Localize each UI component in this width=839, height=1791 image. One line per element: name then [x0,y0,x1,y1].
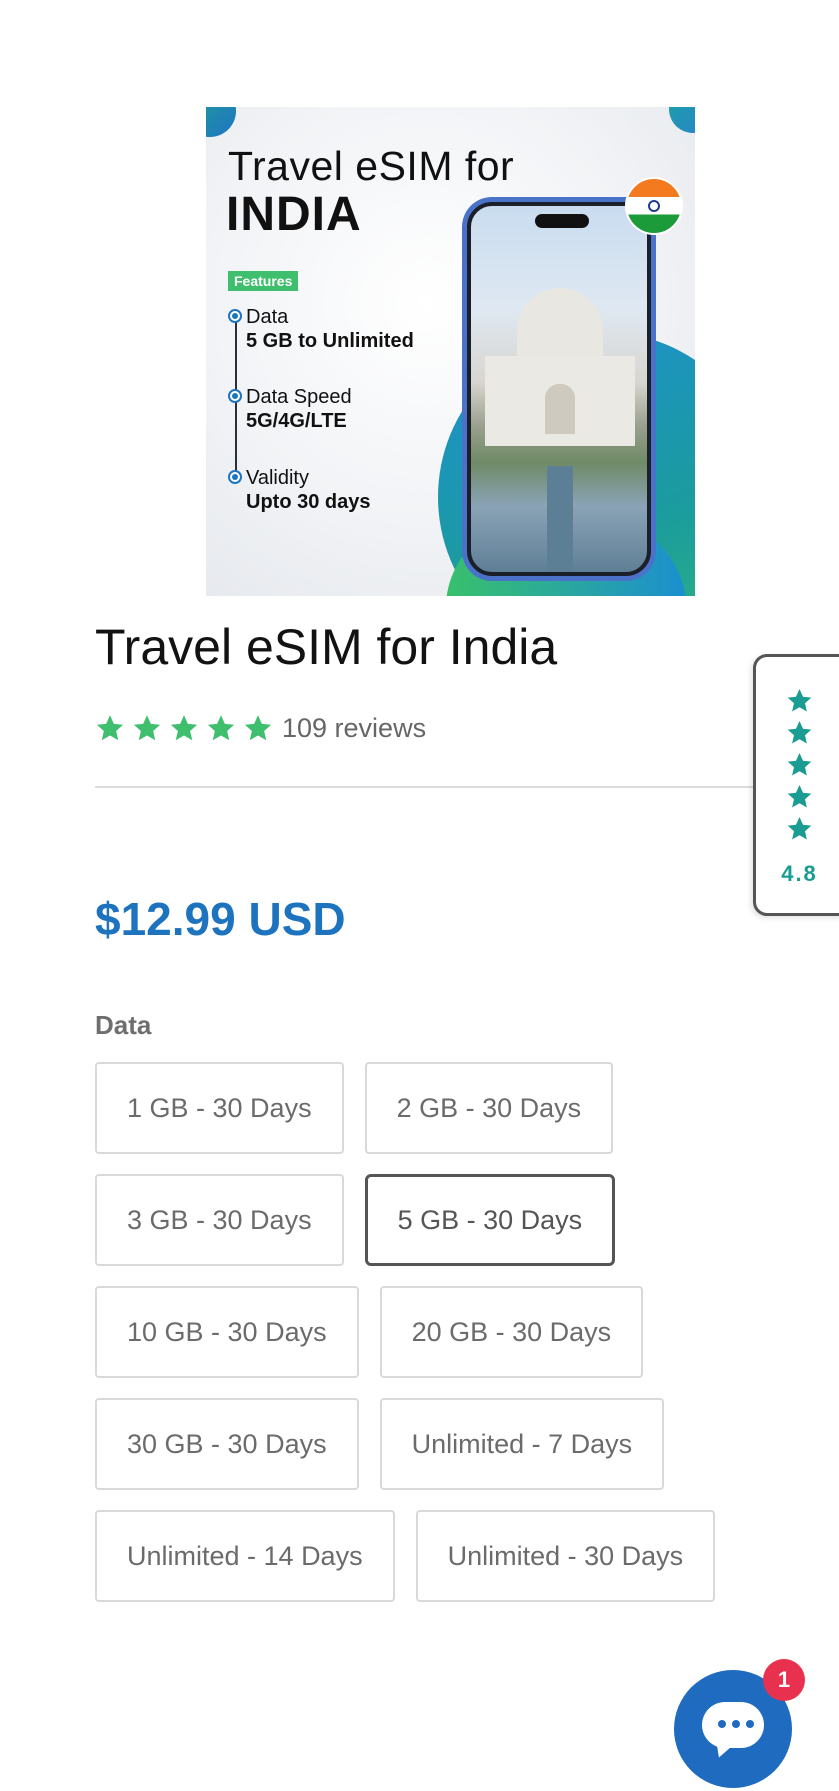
rating-summary[interactable]: 109 reviews [95,710,426,746]
notification-badge: 1 [763,1659,805,1701]
variant-option-selected[interactable]: 5 GB - 30 Days [364,1174,616,1266]
phone-notch [535,214,589,228]
variant-option[interactable]: 3 GB - 30 Days [95,1174,344,1266]
star-icon [96,715,124,741]
star-icon [787,721,812,744]
feature-label: Validity [246,467,309,489]
taj-mahal-photo [467,202,651,576]
reviews-floating-tab[interactable]: 4.8 [753,654,839,916]
variant-option[interactable]: 1 GB - 30 Days [95,1062,344,1154]
variant-option[interactable]: 30 GB - 30 Days [95,1398,359,1490]
bullet-icon [228,470,242,484]
reviews-link[interactable]: 109 reviews [282,713,426,744]
feature-value: 5 GB to Unlimited [246,330,414,352]
product-title: Travel eSIM for India [95,619,558,675]
product-image[interactable]: Travel eSIM for INDIA Features Data 5 GB… [206,107,695,596]
product-price: $12.99 USD [95,893,346,945]
india-flag-icon [625,177,683,235]
image-headline: Travel eSIM for [228,143,515,189]
star-icon [787,785,812,808]
star-icon [244,715,272,741]
star-icon [787,689,812,712]
rating-value: 4.8 [781,861,818,886]
bullet-icon [228,309,242,323]
bullet-icon [228,389,242,403]
arch-shape [545,384,575,434]
variant-option[interactable]: 2 GB - 30 Days [364,1062,614,1154]
variant-option[interactable]: Unlimited - 7 Days [379,1398,665,1490]
variant-option[interactable]: 20 GB - 30 Days [379,1286,644,1378]
decor-shape [206,107,236,137]
star-icon [787,817,812,840]
pool-shape [547,466,573,572]
option-label: Data [95,1010,152,1040]
features-badge: Features [228,271,299,291]
phone-illustration [462,197,656,581]
star-icon [170,715,198,741]
feature-label: Data Speed [246,386,352,408]
feature-label: Data [246,306,289,328]
star-icon [133,715,161,741]
feature-value: Upto 30 days [246,491,371,513]
chakra-icon [648,200,660,212]
feature-value: 5G/4G/LTE [246,410,347,432]
star-icon [787,753,812,776]
decor-shape [669,107,695,133]
image-country: INDIA [226,188,362,241]
divider [95,786,755,788]
chat-dots [718,1720,760,1728]
variant-option[interactable]: 10 GB - 30 Days [95,1286,359,1378]
variant-option[interactable]: Unlimited - 14 Days [95,1510,395,1602]
star-icon [207,715,235,741]
variant-option[interactable]: Unlimited - 30 Days [415,1510,716,1602]
variant-options: 1 GB - 30 Days 2 GB - 30 Days 3 GB - 30 … [95,1062,765,1622]
